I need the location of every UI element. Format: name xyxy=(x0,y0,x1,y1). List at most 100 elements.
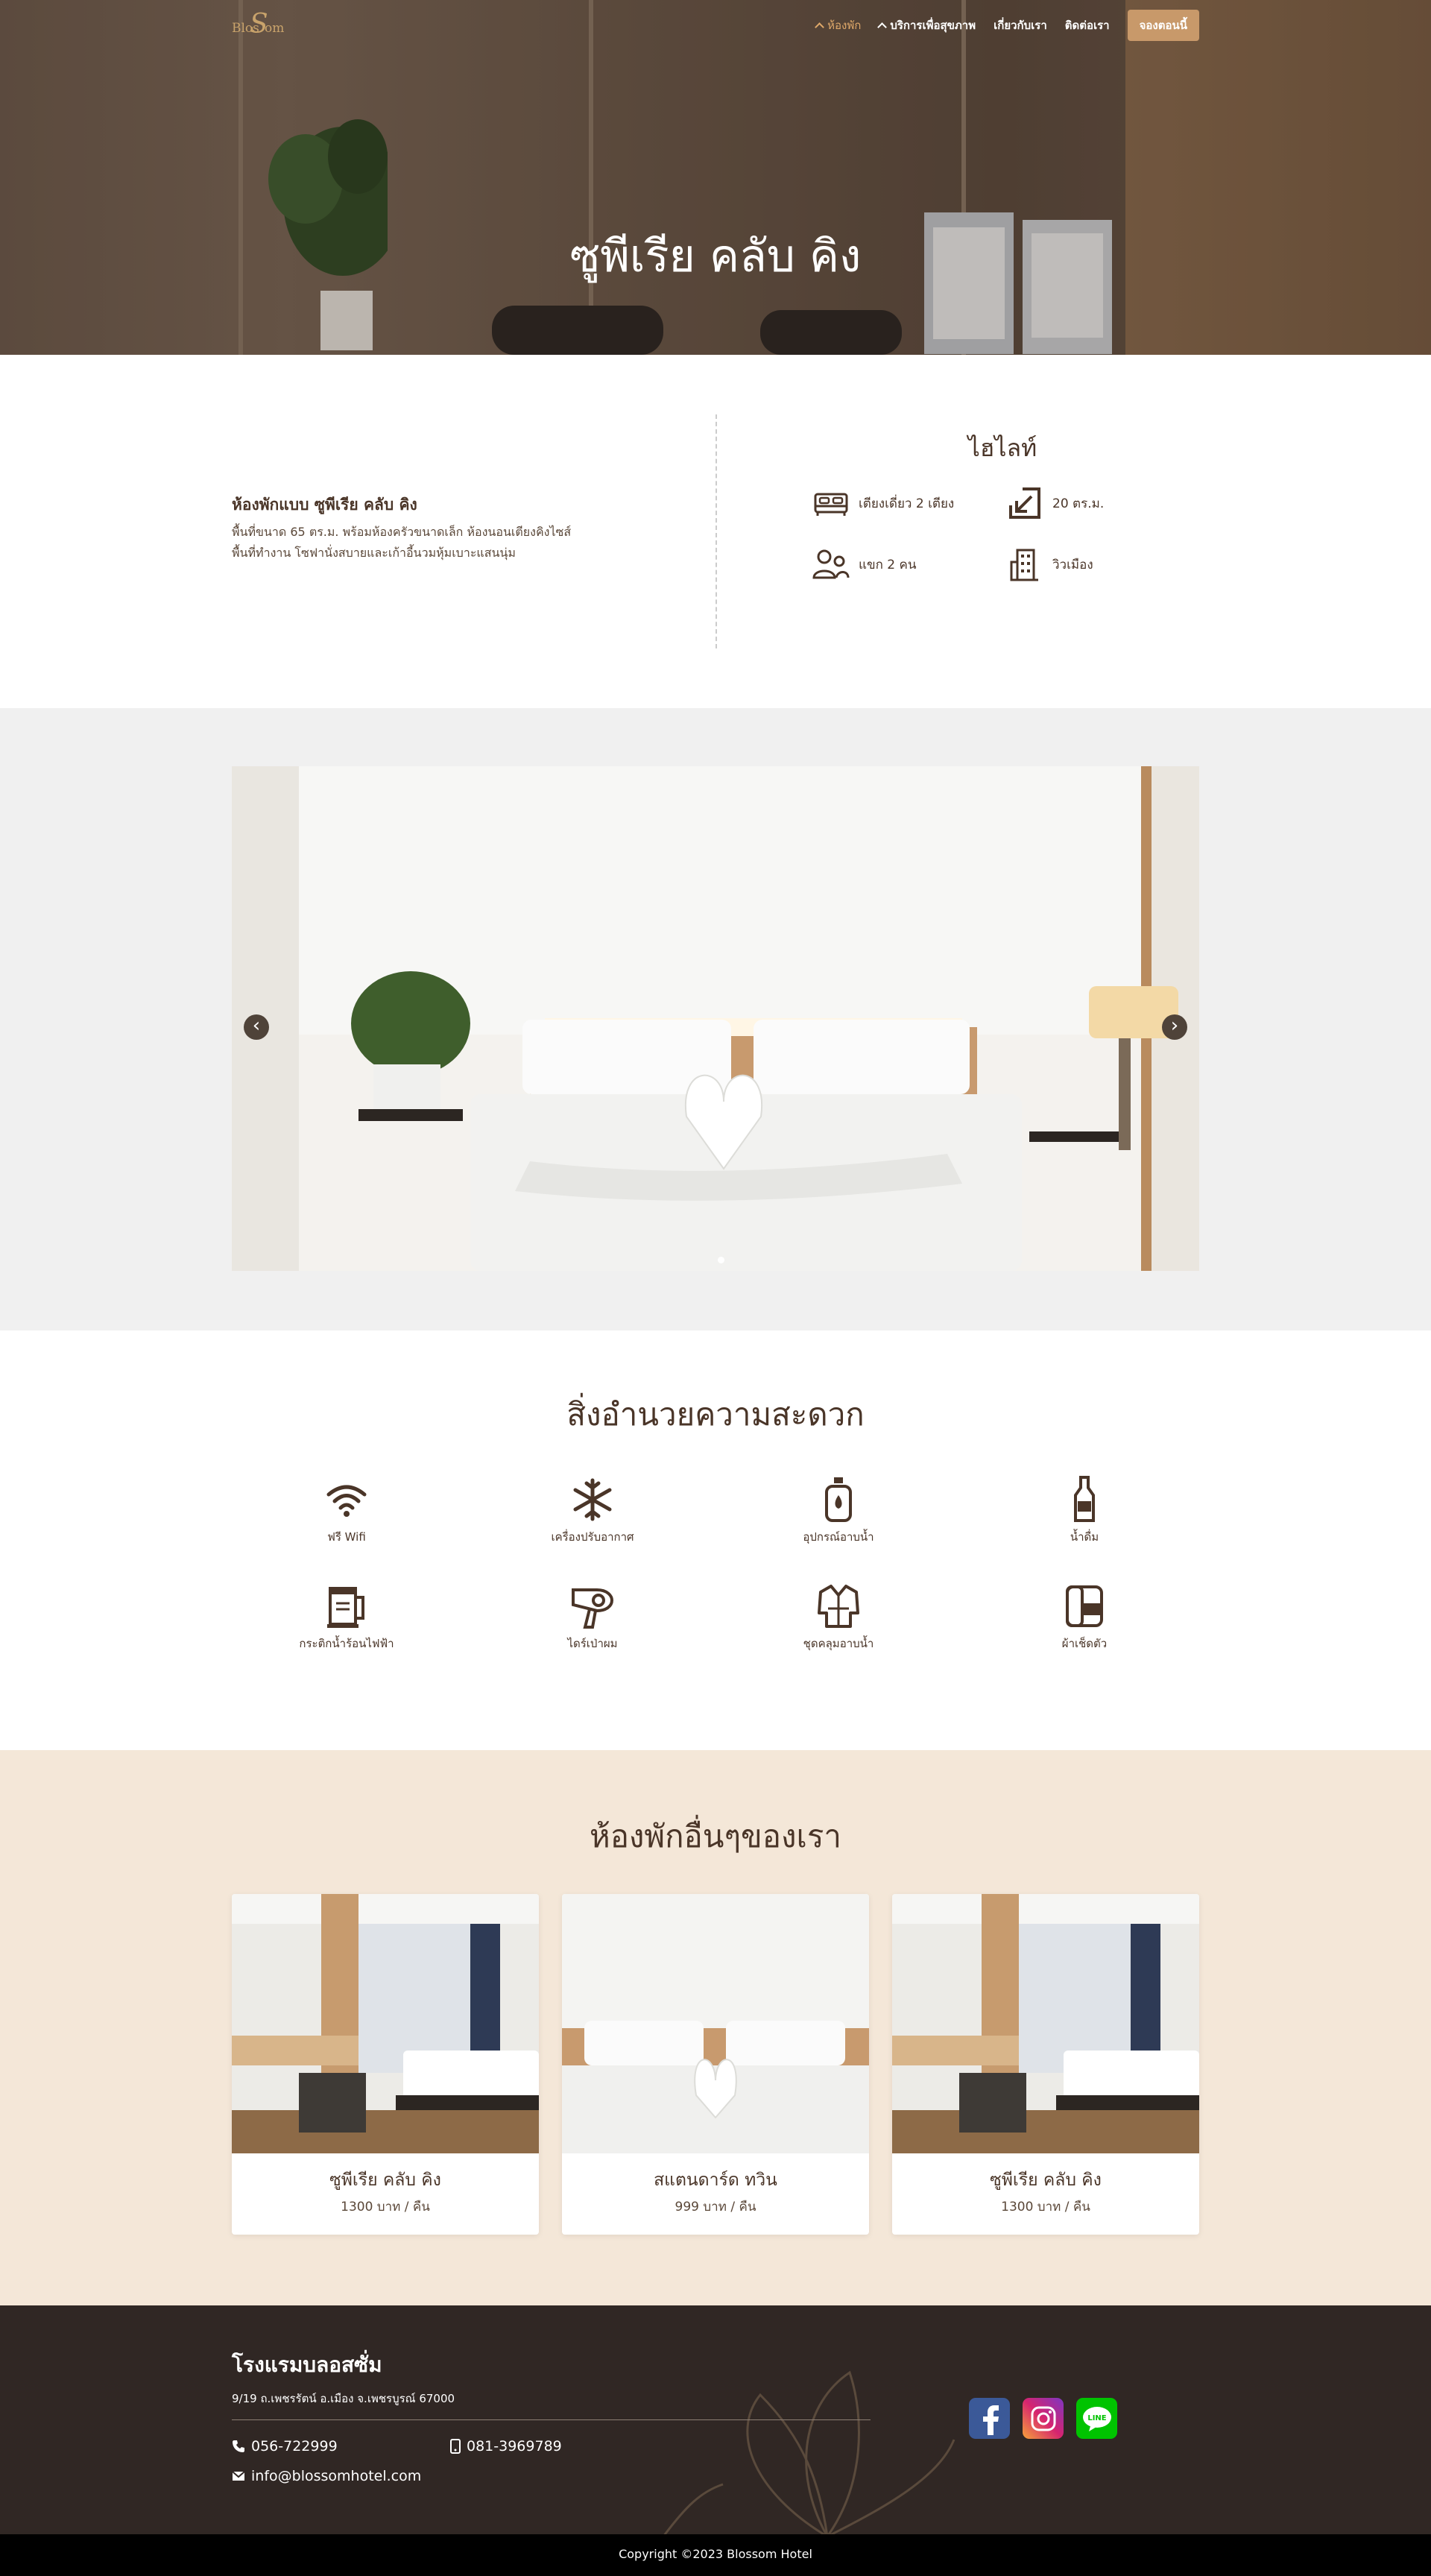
amenity-kettle: กระติกน้ำร้อนไฟฟ้า xyxy=(235,1582,458,1652)
amenities-title: สิ่งอำนวยความสะดวก xyxy=(566,1396,865,1433)
amenity-hairdryer-label: ไดร์เป่าผม xyxy=(567,1637,618,1650)
gallery-prev-button[interactable]: ‹ xyxy=(244,1014,269,1040)
footer-divider xyxy=(232,2419,871,2420)
amenity-towel-label: ผ้าเช็ดตัว xyxy=(1061,1637,1108,1650)
amenity-hairdryer: ไดร์เป่าผม xyxy=(481,1582,704,1652)
hero-banner: Blos S om ห้องพัก บริการเพื่อสุขภาพ เกี่… xyxy=(0,0,1431,355)
footer-hotel-name: โรงแรมบลอสซั่ม xyxy=(232,2352,382,2377)
facebook-icon[interactable] xyxy=(969,2398,1010,2439)
footer-email[interactable]: info@blossomhotel.com xyxy=(232,2468,421,2484)
other-rooms-section: ห้องพักอื่นๆของเรา ซูพีเรีย คลับ คิง 130… xyxy=(0,1750,1431,2305)
highlight-view: วิวเมือง xyxy=(1006,547,1093,581)
footer-email-address: info@blossomhotel.com xyxy=(251,2468,422,2484)
room-desc-line-2: พื้นที่ทำงาน โซฟานั่งสบายและเก้าอี้นวมหุ… xyxy=(232,546,516,560)
book-now-button[interactable]: จองตอนนี้ xyxy=(1127,10,1199,41)
copyright-bar: Copyright ©2023 Blossom Hotel xyxy=(0,2534,1431,2576)
main-nav: ห้องพัก บริการเพื่อสุขภาพ เกี่ยวกับเรา ต… xyxy=(815,10,1199,41)
nav-about[interactable]: เกี่ยวกับเรา xyxy=(994,16,1047,34)
site-footer: โรงแรมบลอสซั่ม 9/19 ถ.เพชรรัตน์ อ.เมือง … xyxy=(0,2305,1431,2534)
room-card[interactable]: ซูพีเรีย คลับ คิง 1300 บาท / คืน xyxy=(892,1894,1199,2235)
amenity-towel: ผ้าเช็ดตัว xyxy=(973,1582,1196,1652)
towel-icon xyxy=(1061,1582,1108,1630)
footer-phone[interactable]: 056-722999 xyxy=(232,2438,338,2455)
copyright-text: Copyright ©2023 Blossom Hotel xyxy=(619,2547,812,2561)
highlight-guests-label: แขก 2 คน xyxy=(859,557,917,572)
room-card-price: 1300 บาท / คืน xyxy=(341,2200,430,2214)
highlight-area-label: 20 ตร.ม. xyxy=(1052,496,1105,511)
gallery-next-button[interactable]: › xyxy=(1162,1014,1187,1040)
nav-rooms[interactable]: ห้องพัก xyxy=(815,16,862,34)
nav-about-label: เกี่ยวกับเรา xyxy=(994,19,1047,32)
highlight-area: 20 ตร.ม. xyxy=(1006,486,1104,520)
line-icon[interactable]: LINE xyxy=(1076,2398,1117,2439)
flower-watermark xyxy=(663,2370,955,2534)
amenity-bathrobe-label: ชุดคลุมอาบน้ำ xyxy=(803,1637,874,1650)
hotel-logo[interactable]: Blos S om xyxy=(232,9,291,43)
bedroom-photo xyxy=(232,766,1199,1271)
chevron-up-icon xyxy=(877,22,888,32)
page-title: ซูพีเรีย คลับ คิง xyxy=(569,230,862,282)
nav-wellness-label: บริการเพื่อสุขภาพ xyxy=(890,19,976,32)
room-description: ห้องพักแบบ ซูพีเรีย คลับ คิง พื้นที่ขนาด… xyxy=(232,493,679,564)
room-card[interactable]: ซูพีเรีย คลับ คิง 1300 บาท / คืน xyxy=(232,1894,539,2235)
amenity-water-label: น้ำดื่ม xyxy=(1070,1530,1099,1544)
room-type-title: ห้องพักแบบ ซูพีเรีย คลับ คิง xyxy=(232,496,417,514)
phone-icon xyxy=(233,2440,244,2452)
nav-wellness[interactable]: บริการเพื่อสุขภาพ xyxy=(877,16,976,34)
room-card-price: 1300 บาท / คืน xyxy=(1001,2200,1090,2214)
room-card-name: สแตนดาร์ด ทวิน xyxy=(654,2171,777,2190)
nav-rooms-label: ห้องพัก xyxy=(827,19,862,32)
nav-contact-label: ติดต่อเรา xyxy=(1064,19,1110,32)
svg-text:LINE: LINE xyxy=(1087,2414,1106,2422)
bottle-icon xyxy=(1061,1476,1108,1524)
amenity-aircon-label: เครื่องปรับอากาศ xyxy=(551,1530,634,1544)
highlight-beds: เตียงเดี่ยว 2 เตียง xyxy=(812,486,954,520)
room-photo xyxy=(562,1894,869,2153)
room-card[interactable]: สแตนดาร์ด ทวิน 999 บาท / คืน xyxy=(562,1894,869,2235)
room-gallery: ‹ › xyxy=(0,708,1431,1330)
other-rooms-title: ห้องพักอื่นๆของเรา xyxy=(590,1818,841,1854)
chevron-up-icon xyxy=(815,22,825,32)
amenity-bathrobe: ชุดคลุมอาบน้ำ xyxy=(727,1582,950,1652)
hairdryer-icon xyxy=(569,1582,616,1630)
amenity-toiletries-label: อุปกรณ์อาบน้ำ xyxy=(803,1530,874,1544)
guests-icon xyxy=(812,547,850,581)
hero-overlay xyxy=(0,0,1431,355)
room-info-section: ห้องพักแบบ ซูพีเรีย คลับ คิง พื้นที่ขนาด… xyxy=(0,355,1431,708)
highlight-view-label: วิวเมือง xyxy=(1052,557,1093,572)
wifi-icon xyxy=(323,1476,370,1524)
area-icon xyxy=(1006,486,1043,520)
email-icon xyxy=(232,2471,245,2481)
room-photo xyxy=(892,1894,1199,2153)
kettle-icon xyxy=(323,1582,370,1630)
highlight-beds-label: เตียงเดี่ยว 2 เตียง xyxy=(859,496,955,511)
highlight-title: ไฮไลท์ xyxy=(967,434,1037,462)
nav-contact[interactable]: ติดต่อเรา xyxy=(1065,16,1110,34)
instagram-icon[interactable] xyxy=(1023,2398,1064,2439)
amenity-wifi-label: ฟรี Wifi xyxy=(327,1530,366,1544)
building-icon xyxy=(1006,547,1043,581)
logo-text-end: om xyxy=(265,21,285,36)
room-photo xyxy=(232,1894,539,2153)
amenities-section: สิ่งอำนวยความสะดวก ฟรี Wifi เครื่องปรับอ… xyxy=(0,1330,1431,1750)
footer-address: 9/19 ถ.เพชรรัตน์ อ.เมือง จ.เพชรบูรณ์ 670… xyxy=(232,2392,455,2405)
vertical-divider xyxy=(716,414,717,648)
bathrobe-icon xyxy=(815,1582,862,1630)
footer-mobile-number: 081-3969789 xyxy=(467,2438,562,2455)
footer-phone-number: 056-722999 xyxy=(251,2438,338,2455)
room-card-price: 999 บาท / คืน xyxy=(675,2200,756,2214)
highlight-guests: แขก 2 คน xyxy=(812,547,917,581)
footer-mobile[interactable]: 081-3969789 xyxy=(450,2438,562,2455)
room-desc-line-1: พื้นที่ขนาด 65 ตร.ม. พร้อมห้องครัวขนาดเล… xyxy=(232,525,572,539)
room-card-name: ซูพีเรีย คลับ คิง xyxy=(990,2171,1102,2190)
gallery-slide[interactable]: ‹ › xyxy=(232,766,1199,1271)
gallery-dot[interactable] xyxy=(718,1257,724,1263)
amenity-toiletries: อุปกรณ์อาบน้ำ xyxy=(727,1476,950,1546)
snowflake-icon xyxy=(569,1476,616,1524)
mobile-icon xyxy=(450,2439,461,2454)
amenity-aircon: เครื่องปรับอากาศ xyxy=(481,1476,704,1546)
amenity-kettle-label: กระติกน้ำร้อนไฟฟ้า xyxy=(299,1637,394,1650)
soap-icon xyxy=(815,1476,862,1524)
amenity-wifi: ฟรี Wifi xyxy=(235,1476,458,1546)
bed-icon xyxy=(812,486,850,520)
